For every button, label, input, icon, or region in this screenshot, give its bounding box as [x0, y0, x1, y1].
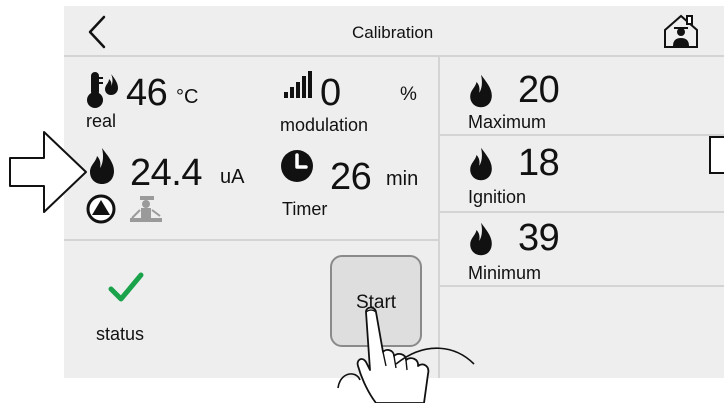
chevron-left-icon [88, 15, 106, 49]
pump-icon [86, 194, 116, 224]
temperature-unit: °C [176, 86, 199, 108]
signal-bars-icon [284, 71, 312, 98]
clock-icon [281, 150, 313, 182]
timer-unit: min [386, 168, 419, 190]
side-scroll-button[interactable] [709, 136, 724, 174]
back-button[interactable] [80, 12, 114, 52]
modulation-value: 0 [320, 72, 341, 114]
level-label: Maximum [468, 112, 547, 132]
current-value: 24.4 [130, 152, 202, 194]
level-minimum[interactable]: 39 Minimum [440, 213, 724, 284]
level-label: Minimum [468, 263, 542, 283]
left-row-divider [64, 239, 439, 241]
level-value: 39 [518, 217, 560, 259]
flame-icon [470, 147, 492, 181]
flame-icon [470, 74, 492, 108]
thermometer-flame-icon [87, 72, 118, 108]
timer-label: Timer [282, 199, 328, 219]
level-value: 20 [518, 69, 560, 111]
hand-pointer-icon [337, 306, 475, 403]
status-label: status [96, 324, 145, 344]
chimney-sweep-icon [130, 196, 162, 222]
timer-value: 26 [330, 156, 372, 198]
modulation-unit: % [400, 84, 417, 105]
level-value: 18 [518, 142, 560, 184]
flame-icon [90, 148, 114, 184]
home-button[interactable] [660, 12, 702, 50]
level-ignition[interactable]: 18 Ignition [440, 136, 724, 210]
right-row-divider-3 [440, 285, 724, 287]
level-label: Ignition [468, 187, 527, 207]
checkmark-icon [108, 272, 144, 302]
temperature-label: real [86, 111, 117, 131]
home-icon [664, 14, 698, 48]
page-title: Calibration [352, 23, 434, 42]
pointer-arrow-icon [9, 131, 87, 213]
current-unit: uA [220, 166, 245, 188]
flame-icon [470, 222, 492, 256]
level-maximum[interactable]: 20 Maximum [440, 57, 724, 133]
modulation-label: modulation [280, 115, 369, 135]
temperature-value: 46 [126, 72, 168, 114]
